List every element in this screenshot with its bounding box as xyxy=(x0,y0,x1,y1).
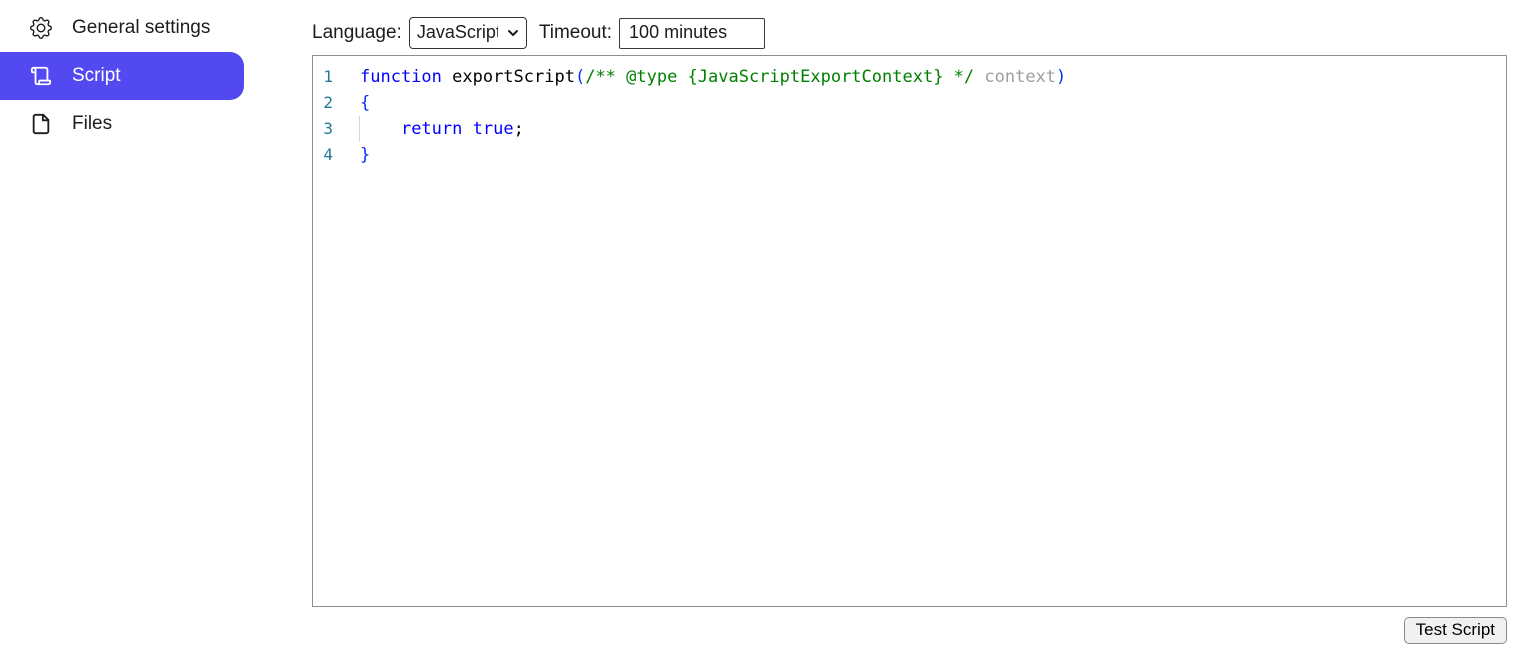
app-window: General settings Script Files Lan xyxy=(0,0,1518,656)
line-number: 3 xyxy=(323,116,333,142)
scroll-icon xyxy=(30,65,52,87)
timeout-label: Timeout: xyxy=(539,22,612,44)
sidebar-item-label: Files xyxy=(72,113,112,135)
line-number: 2 xyxy=(323,90,333,116)
file-icon xyxy=(30,113,52,135)
timeout-input[interactable] xyxy=(619,18,765,49)
sidebar-item-script[interactable]: Script xyxy=(0,52,244,100)
footer-bar: Test Script xyxy=(312,617,1507,644)
code-line: 3 return true; xyxy=(313,116,1506,142)
code-line: 1 function exportScript(/** @type {JavaSc… xyxy=(313,64,1506,90)
line-number: 4 xyxy=(323,142,333,168)
language-select-wrap: JavaScript xyxy=(409,17,527,49)
line-number: 1 xyxy=(323,64,333,90)
sidebar-item-label: General settings xyxy=(72,17,210,39)
editor-toolbar: Language: JavaScript Timeout: xyxy=(312,15,1518,51)
code-text: function exportScript(/** @type {JavaScr… xyxy=(360,64,1066,90)
code-text: { xyxy=(360,90,370,116)
code-line: 2{ xyxy=(313,90,1506,116)
sidebar-item-general-settings[interactable]: General settings xyxy=(0,4,244,52)
main-panel: Language: JavaScript Timeout: 1 function … xyxy=(312,0,1518,656)
code-text: } xyxy=(360,142,370,168)
sidebar-item-label: Script xyxy=(72,65,121,87)
language-label: Language: xyxy=(312,22,402,44)
sidebar-item-files[interactable]: Files xyxy=(0,100,244,148)
code-editor[interactable]: 1 function exportScript(/** @type {JavaSc… xyxy=(312,55,1507,607)
gear-icon xyxy=(30,17,52,39)
code-text: return true; xyxy=(359,116,524,142)
test-script-button[interactable]: Test Script xyxy=(1404,617,1507,644)
language-select[interactable]: JavaScript xyxy=(409,17,527,49)
code-line: 4} xyxy=(313,142,1506,168)
sidebar: General settings Script Files xyxy=(0,0,312,656)
code-lines: 1 function exportScript(/** @type {JavaSc… xyxy=(313,64,1506,168)
